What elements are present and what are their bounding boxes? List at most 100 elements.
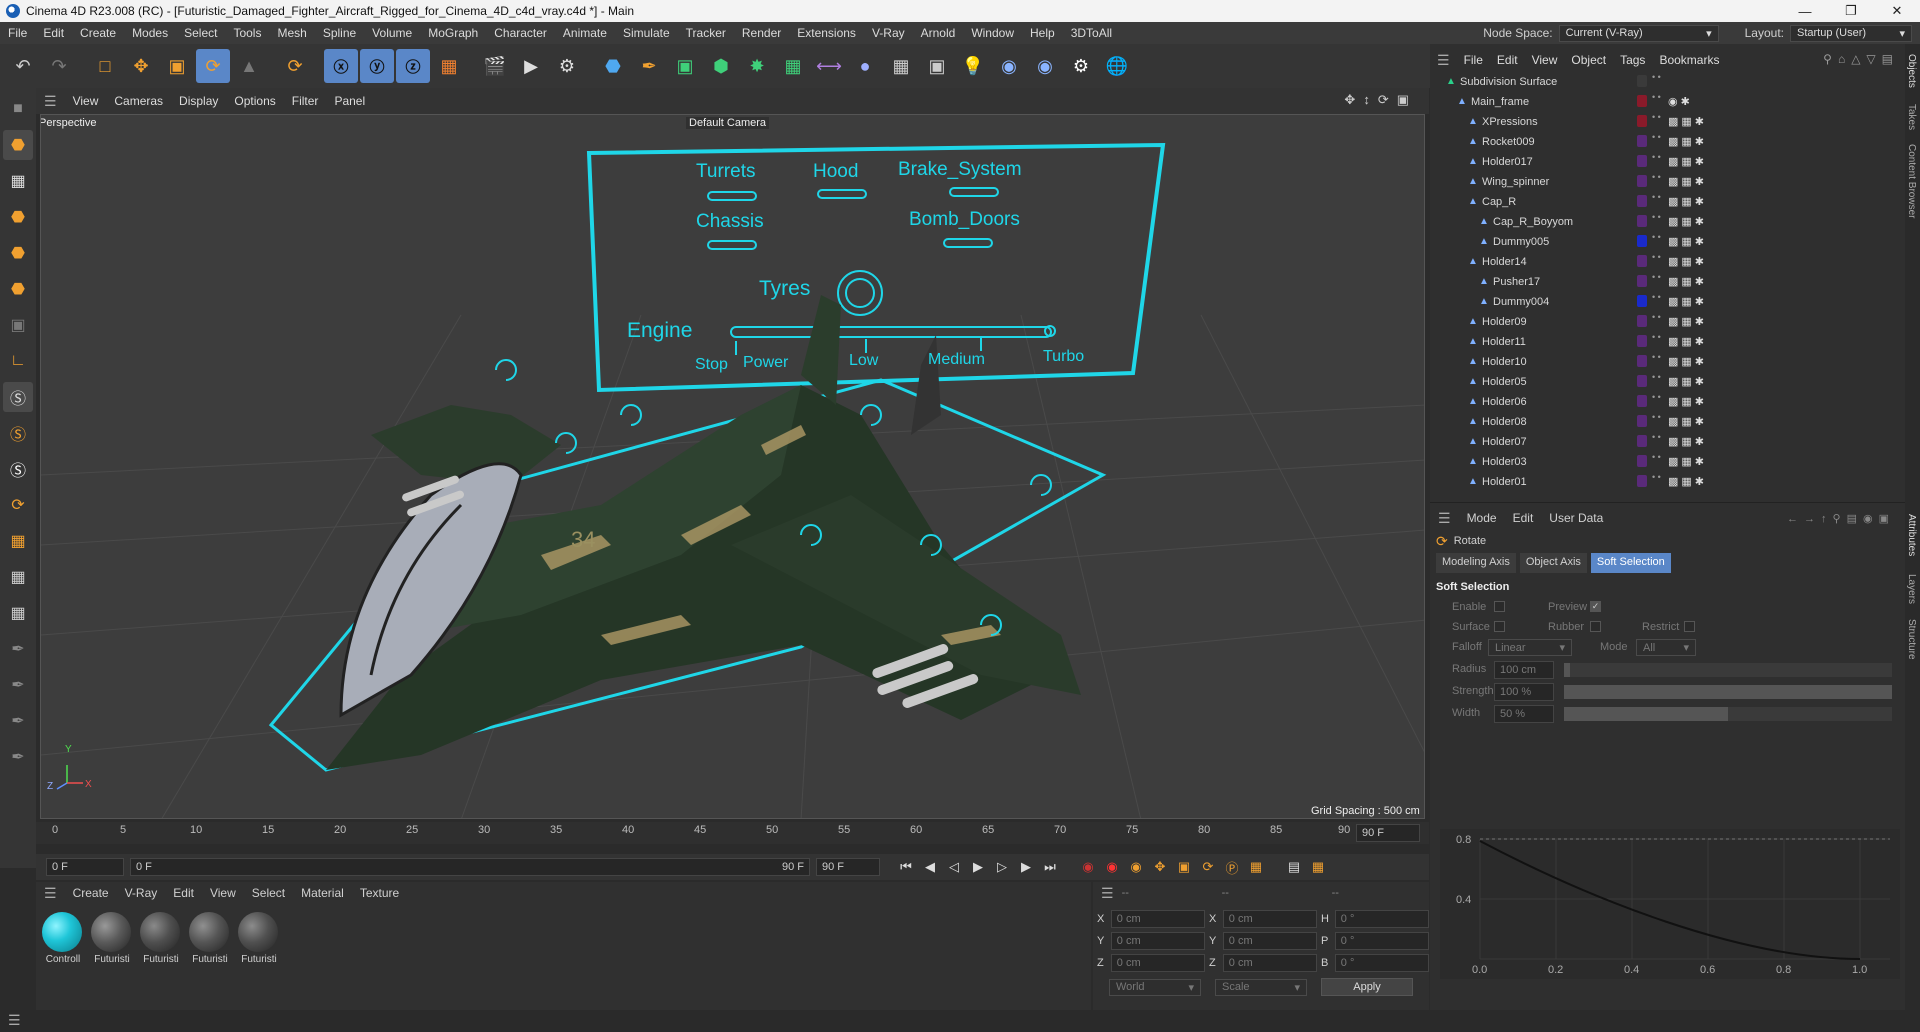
object-tags-icons[interactable]: ▩▦✱ [1668, 355, 1707, 368]
visibility-dots-icon[interactable]: • • [1652, 433, 1661, 442]
layer-color-swatch[interactable] [1637, 115, 1647, 127]
camera-icon[interactable]: ▣ [920, 49, 954, 83]
width-slider[interactable] [1564, 707, 1892, 721]
tab-soft-selection[interactable]: Soft Selection [1590, 553, 1671, 573]
attr-menu-user-data[interactable]: User Data [1541, 511, 1611, 525]
vray-sphere-icon[interactable]: 🌐 [1100, 49, 1134, 83]
maximize-button[interactable]: ❐ [1828, 0, 1874, 22]
coordinate-space-dropdown[interactable]: World ▾ [1109, 978, 1201, 996]
cube-icon[interactable]: ⬣ [596, 49, 630, 83]
attr-toolbar-icons[interactable]: ←→↑⚲▤◉▣ [1787, 512, 1895, 525]
tab-object-axis[interactable]: Object Axis [1519, 553, 1587, 573]
layer-color-swatch[interactable] [1637, 135, 1647, 147]
size-y-field[interactable]: 0 cm [1222, 932, 1317, 950]
menu-window[interactable]: Window [963, 26, 1022, 40]
object-tags-icons[interactable]: ▩▦✱ [1668, 115, 1707, 128]
rotation-h-field[interactable]: 0 ° [1334, 910, 1429, 928]
hamburger-icon[interactable]: ☰ [36, 885, 65, 902]
layer-color-swatch[interactable] [1637, 395, 1647, 407]
redo-icon[interactable]: ↷ [42, 49, 76, 83]
hamburger-icon[interactable]: ☰ [1093, 885, 1122, 902]
preview-checkbox[interactable]: ✓ [1590, 601, 1601, 612]
visibility-dots-icon[interactable]: • • [1652, 93, 1661, 102]
attr-menu-mode[interactable]: Mode [1459, 511, 1505, 525]
material-menu-view[interactable]: View [202, 886, 244, 900]
object-row[interactable]: ▲ Holder07 • • ▩▦✱ [1430, 432, 1905, 452]
keyframe-selection-icon[interactable]: ◉ [1124, 855, 1148, 879]
tab-modeling-axis[interactable]: Modeling Axis [1436, 553, 1516, 573]
object-row[interactable]: ▲ Holder017 • • ▩▦✱ [1430, 152, 1905, 172]
falloff-dropdown[interactable]: Linear ▾ [1488, 639, 1572, 656]
object-tags-icons[interactable]: ▩▦✱ [1668, 255, 1707, 268]
menu-arnold[interactable]: Arnold [913, 26, 964, 40]
python-icon[interactable]: ◉ [992, 49, 1026, 83]
om-menu-object[interactable]: Object [1564, 53, 1613, 67]
layer-color-swatch[interactable] [1637, 415, 1647, 427]
object-tags-icons[interactable]: ▩▦✱ [1668, 375, 1707, 388]
visibility-dots-icon[interactable]: • • [1652, 273, 1661, 282]
material-swatch[interactable]: Futuristi [140, 912, 182, 965]
object-row[interactable]: ▲ Holder06 • • ▩▦✱ [1430, 392, 1905, 412]
material-swatch[interactable]: Futuristi [238, 912, 280, 965]
tyres-dial[interactable] [837, 270, 883, 316]
extrude-icon[interactable]: ⬢ [704, 49, 738, 83]
width-field[interactable]: 50 % [1494, 705, 1554, 723]
surface-checkbox[interactable] [1494, 621, 1505, 632]
object-tags-icons[interactable]: ▩▦✱ [1668, 435, 1707, 448]
layer-color-swatch[interactable] [1637, 155, 1647, 167]
viewport-menu-display[interactable]: Display [171, 94, 226, 108]
layer-color-swatch[interactable] [1637, 195, 1647, 207]
visibility-dots-icon[interactable]: • • [1652, 473, 1661, 482]
move-icon[interactable]: ✥ [124, 49, 158, 83]
object-row[interactable]: ▲ Dummy005 • • ▩▦✱ [1430, 232, 1905, 252]
object-row[interactable]: ▲ Holder05 • • ▩▦✱ [1430, 372, 1905, 392]
restrict-checkbox[interactable] [1684, 621, 1695, 632]
chassis-slider[interactable] [707, 240, 757, 250]
object-row[interactable]: ▲ Main_frame • • ◉✱ [1430, 92, 1905, 112]
object-row[interactable]: ▲ Dummy004 • • ▩▦✱ [1430, 292, 1905, 312]
visibility-dots-icon[interactable]: • • [1652, 413, 1661, 422]
hamburger-icon[interactable]: ☰ [1430, 52, 1457, 69]
subdivision-icon[interactable]: ▣ [668, 49, 702, 83]
menu-render[interactable]: Render [734, 26, 789, 40]
radius-field[interactable]: 100 cm [1494, 661, 1554, 679]
menu-modes[interactable]: Modes [124, 26, 176, 40]
object-tags-icons[interactable]: ▩▦✱ [1668, 455, 1707, 468]
visibility-dots-icon[interactable]: • • [1652, 193, 1661, 202]
play-icon[interactable]: ▶ [966, 855, 990, 879]
object-row[interactable]: ▲ Wing_spinner • • ▩▦✱ [1430, 172, 1905, 192]
material-menu-select[interactable]: Select [244, 886, 293, 900]
y-axis-lock-icon[interactable]: ⓨ [360, 49, 394, 83]
rotation-b-field[interactable]: 0 ° [1334, 954, 1429, 972]
om-menu-file[interactable]: File [1457, 53, 1490, 67]
menu-simulate[interactable]: Simulate [615, 26, 678, 40]
rotate-icon[interactable]: ⟳ [196, 49, 230, 83]
snap-workplane-icon[interactable]: Ⓢ [3, 454, 33, 484]
previous-frame-icon[interactable]: ◁ [942, 855, 966, 879]
layer-color-swatch[interactable] [1637, 475, 1647, 487]
viewport-menu-options[interactable]: Options [226, 94, 283, 108]
go-to-end-icon[interactable]: ⏭ [1038, 855, 1062, 879]
position-y-field[interactable]: 0 cm [1110, 932, 1205, 950]
position-x-field[interactable]: 0 cm [1110, 910, 1205, 928]
timeline-window-icon[interactable]: ▤ [1282, 855, 1306, 879]
undo-icon[interactable]: ↶ [6, 49, 40, 83]
object-row[interactable]: ▲ Holder03 • • ▩▦✱ [1430, 452, 1905, 472]
visibility-dots-icon[interactable]: • • [1652, 133, 1661, 142]
layer-color-swatch[interactable] [1637, 175, 1647, 187]
object-row[interactable]: ▲ Subdivision Surface • • [1430, 72, 1905, 92]
menu-tools[interactable]: Tools [225, 26, 269, 40]
menu-vray[interactable]: V-Ray [864, 26, 913, 40]
rubber-checkbox[interactable] [1590, 621, 1601, 632]
object-row[interactable]: ▲ Rocket009 • • ▩▦✱ [1430, 132, 1905, 152]
render-settings-icon[interactable]: ⚙ [550, 49, 584, 83]
visibility-dots-icon[interactable]: • • [1652, 393, 1661, 402]
object-tags-icons[interactable]: ▩▦✱ [1668, 215, 1707, 228]
menu-extensions[interactable]: Extensions [789, 26, 864, 40]
floor-icon[interactable]: ▦ [884, 49, 918, 83]
viewport-perspective[interactable]: 34 Perspective Default Camera Grid Spaci… [40, 114, 1425, 819]
side-tab-objects[interactable]: Objects [1906, 54, 1917, 88]
object-row[interactable]: ▲ Pusher17 • • ▩▦✱ [1430, 272, 1905, 292]
object-row[interactable]: ▲ Holder01 • • ▩▦✱ [1430, 472, 1905, 492]
menu-file[interactable]: File [0, 26, 35, 40]
